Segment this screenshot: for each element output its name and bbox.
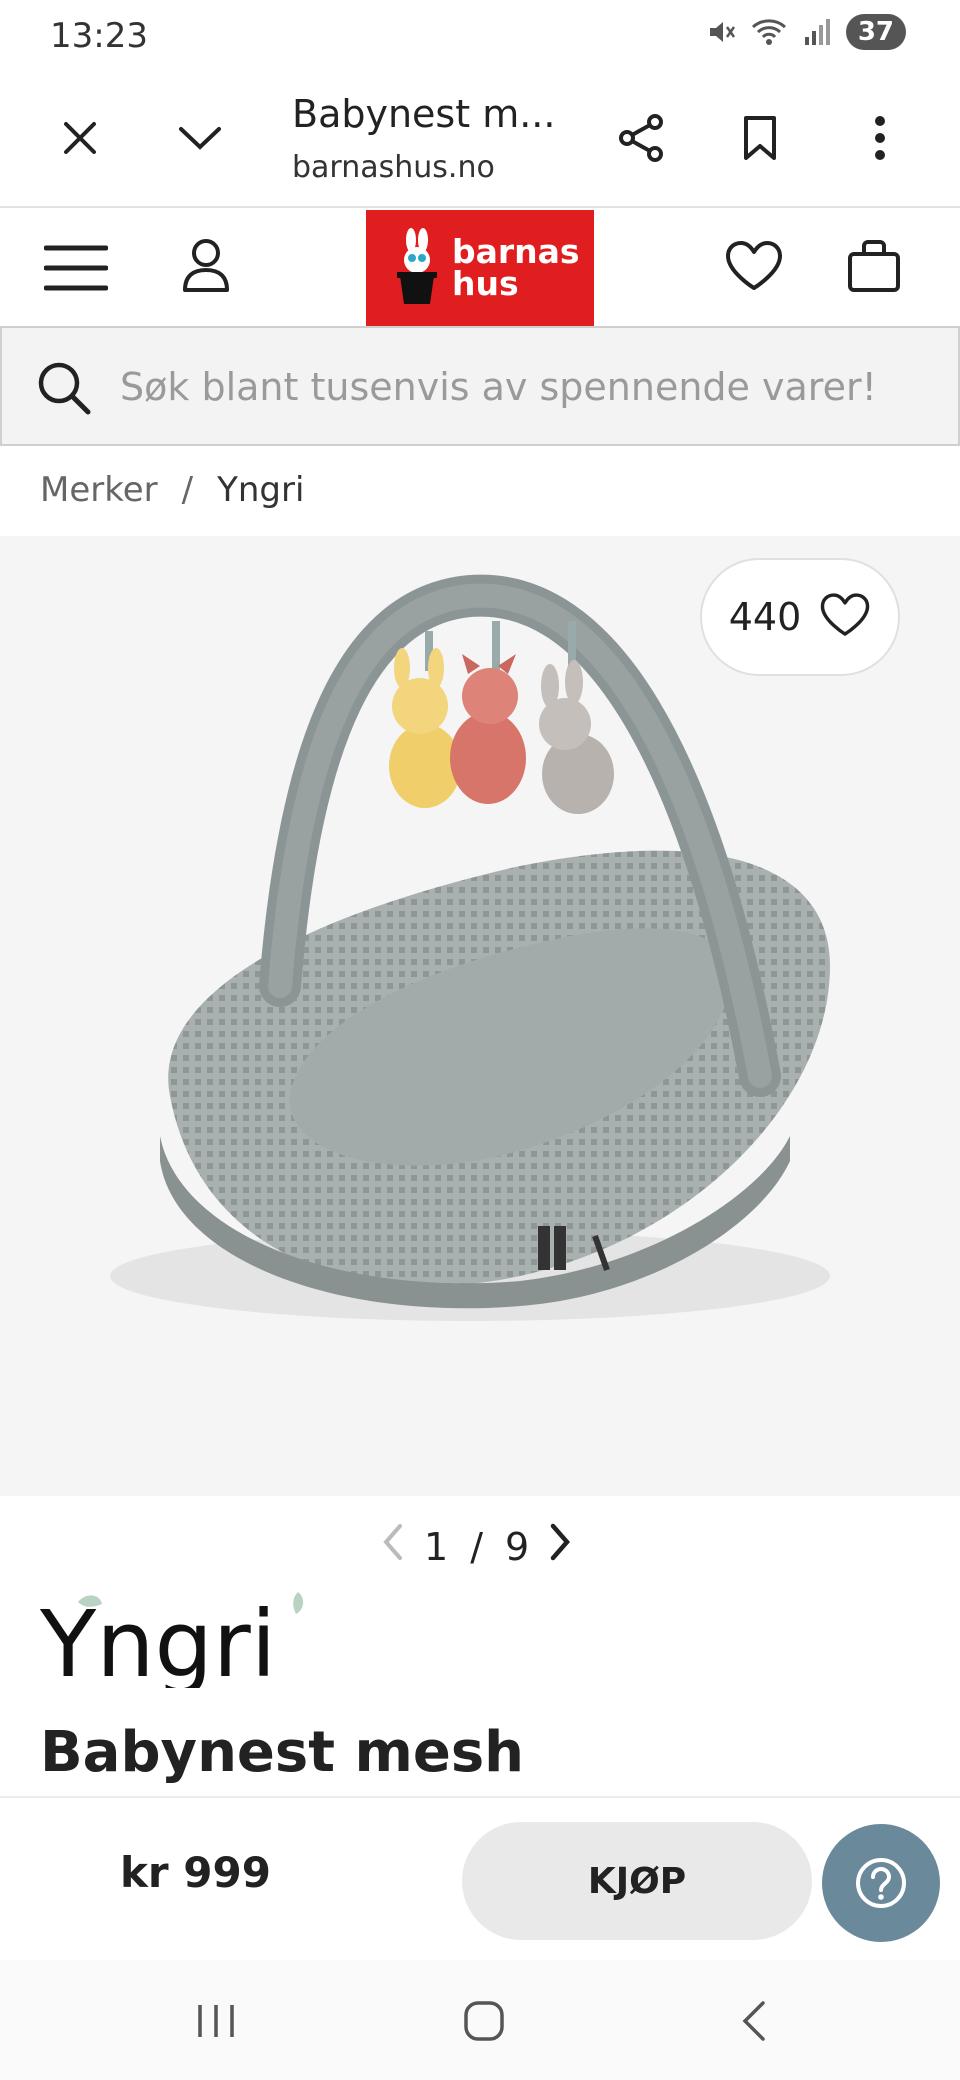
prev-image-icon[interactable] (380, 1522, 406, 1571)
chevron-down-icon[interactable] (168, 106, 232, 170)
heart-outline-icon (819, 592, 871, 642)
search-icon[interactable] (36, 360, 92, 420)
buy-button[interactable]: KJØP (462, 1822, 812, 1940)
breadcrumb-item-merker[interactable]: Merker (40, 470, 158, 510)
browser-page-title[interactable]: Babynest m... (292, 92, 555, 136)
bunny-logo-icon (397, 228, 437, 304)
heart-icon[interactable] (718, 230, 790, 302)
home-icon[interactable] (454, 1996, 514, 2046)
user-icon[interactable] (170, 230, 242, 302)
breadcrumb-item-yngri[interactable]: Yngri (217, 470, 304, 510)
babynest-illustration (110, 574, 831, 1321)
pager-separator: / (470, 1524, 483, 1569)
status-icons: 37 (706, 14, 906, 50)
status-bar: 13:23 37 (0, 0, 960, 72)
close-icon[interactable] (48, 106, 112, 170)
pager-total: 9 (505, 1524, 530, 1569)
breadcrumb: Merker / Yngri (40, 470, 304, 510)
site-logo[interactable]: barnas hus (366, 210, 594, 326)
site-header: barnas hus (0, 208, 960, 326)
product-price: kr 999 (120, 1848, 271, 1897)
system-nav-bar (0, 1960, 960, 2080)
breadcrumb-separator: / (181, 470, 194, 510)
search-bar (0, 326, 960, 446)
logo-line-2: hus (452, 264, 519, 303)
bookmark-icon[interactable] (728, 106, 792, 170)
image-pager: 1 / 9 (380, 1522, 573, 1571)
bag-icon[interactable] (838, 230, 910, 302)
share-icon[interactable] (610, 106, 674, 170)
help-icon (856, 1858, 906, 1908)
battery-icon: 37 (845, 14, 906, 50)
help-button[interactable] (822, 1824, 940, 1942)
brand-logo[interactable]: Yngri (39, 1588, 310, 1698)
search-input[interactable] (120, 354, 940, 420)
browser-url[interactable]: barnashus.no (292, 150, 495, 185)
yngri-logo: Yngri (39, 1591, 304, 1698)
menu-icon[interactable] (40, 232, 112, 304)
wifi-icon (750, 17, 788, 47)
back-icon[interactable] (724, 1996, 784, 2046)
status-time: 13:23 (50, 16, 148, 56)
more-vert-icon[interactable] (848, 106, 912, 170)
pager-current: 1 (424, 1524, 449, 1569)
favorite-button[interactable]: 440 (700, 558, 900, 676)
product-image[interactable]: 440 (0, 536, 960, 1496)
signal-icon (802, 17, 832, 47)
recents-icon[interactable] (186, 1996, 246, 2046)
product-title: Babynest mesh (40, 1720, 525, 1785)
favorite-count: 440 (728, 595, 802, 639)
mute-icon (706, 17, 736, 47)
browser-toolbar: Babynest m... barnashus.no (0, 72, 960, 208)
brand-wordmark: Yngri (40, 1591, 276, 1688)
next-image-icon[interactable] (547, 1522, 573, 1571)
buy-bar: kr 999 KJØP (0, 1796, 960, 1960)
